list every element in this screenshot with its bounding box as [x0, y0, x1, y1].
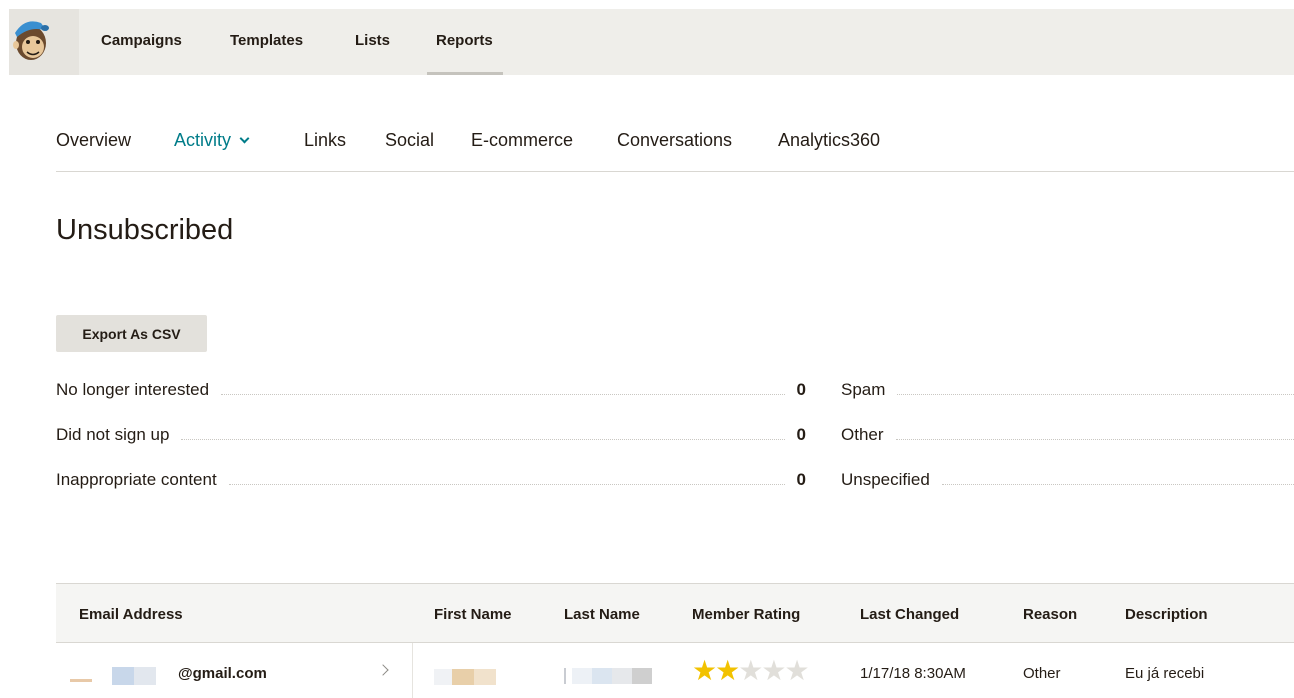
tab-activity[interactable]: Activity [174, 130, 250, 151]
stat-row-no-longer-interested: No longer interested 0 [56, 378, 806, 400]
dotted-leader [895, 439, 1294, 440]
page-title: Unsubscribed [56, 214, 234, 246]
topnav-active-indicator [427, 72, 503, 75]
redacted-last-name [632, 668, 652, 684]
header-member-rating[interactable]: Member Rating [692, 606, 800, 623]
redacted-first-name [474, 669, 496, 685]
dotted-leader [228, 484, 785, 485]
table-row[interactable]: @gmail.com ★★★★★ 1/17/18 8:30AM Other Eu… [56, 643, 1294, 698]
dotted-leader [181, 439, 785, 440]
row-reason: Other [1023, 665, 1061, 682]
stat-row-inappropriate-content: Inappropriate content 0 [56, 468, 806, 490]
tab-ecommerce[interactable]: E-commerce [471, 130, 573, 151]
stat-label: No longer interested [56, 380, 210, 399]
row-description: Eu já recebi [1125, 665, 1205, 682]
tab-links[interactable]: Links [304, 130, 346, 151]
export-csv-button[interactable]: Export As CSV [56, 315, 207, 352]
tab-activity-label: Activity [174, 130, 232, 150]
table-header: Email Address First Name Last Name Membe… [56, 583, 1294, 643]
tab-overview[interactable]: Overview [56, 130, 131, 151]
star-icon: ★ [761, 655, 786, 686]
header-last-changed[interactable]: Last Changed [860, 606, 959, 623]
header-email-address[interactable]: Email Address [79, 606, 183, 623]
tab-analytics360[interactable]: Analytics360 [778, 130, 880, 151]
redacted-last-name [564, 668, 566, 684]
redacted-email-part [70, 679, 92, 682]
redacted-last-name [572, 668, 592, 684]
header-last-name[interactable]: Last Name [564, 606, 640, 623]
redacted-first-name [452, 669, 474, 685]
redacted-last-name [612, 668, 632, 684]
chevron-down-icon [239, 133, 250, 144]
topnav-lists[interactable]: Lists [355, 32, 390, 49]
stat-value: 0 [796, 470, 806, 489]
topnav-campaigns[interactable]: Campaigns [101, 32, 182, 49]
unsubscribed-table: Email Address First Name Last Name Membe… [56, 583, 1294, 698]
redacted-last-name [592, 668, 612, 684]
stat-row-did-not-sign-up: Did not sign up 0 [56, 423, 806, 445]
stat-row-unspecified: Unspecified [841, 468, 1294, 490]
dotted-leader [221, 394, 785, 395]
topnav-reports[interactable]: Reports [436, 32, 493, 49]
stat-label: Unspecified [841, 470, 930, 489]
topnav-templates[interactable]: Templates [230, 32, 303, 49]
header-reason[interactable]: Reason [1023, 606, 1077, 623]
stat-row-other: Other [841, 423, 1294, 445]
star-icon: ★ [784, 655, 809, 686]
header-first-name[interactable]: First Name [434, 606, 512, 623]
tab-conversations[interactable]: Conversations [617, 130, 732, 151]
row-email[interactable]: @gmail.com [178, 665, 267, 682]
stat-label: Inappropriate content [56, 470, 217, 489]
redacted-email-part [134, 667, 156, 685]
report-tabs: Overview Activity Links Social E-commerc… [56, 130, 1294, 172]
star-icon: ★ [738, 655, 763, 686]
stat-label: Did not sign up [56, 425, 170, 444]
stat-row-spam: Spam [841, 378, 1294, 400]
redacted-first-name [434, 669, 452, 685]
stat-label: Spam [841, 380, 886, 399]
member-rating: ★★★★★ [692, 655, 810, 686]
chevron-right-icon[interactable] [377, 664, 389, 676]
header-description[interactable]: Description [1125, 606, 1208, 623]
stat-value: 0 [796, 380, 806, 399]
star-icon: ★ [692, 655, 717, 686]
mailchimp-logo[interactable] [9, 9, 79, 75]
star-icon: ★ [715, 655, 740, 686]
tab-social[interactable]: Social [385, 130, 434, 151]
dotted-leader [941, 484, 1294, 485]
row-last-changed: 1/17/18 8:30AM [860, 665, 966, 682]
stat-value: 0 [796, 425, 806, 444]
dotted-leader [897, 394, 1294, 395]
redacted-email-part [112, 667, 134, 685]
freddie-monkey-icon [13, 21, 49, 60]
top-navigation-bar: Campaigns Templates Lists Reports [9, 9, 1294, 75]
stat-label: Other [841, 425, 884, 444]
